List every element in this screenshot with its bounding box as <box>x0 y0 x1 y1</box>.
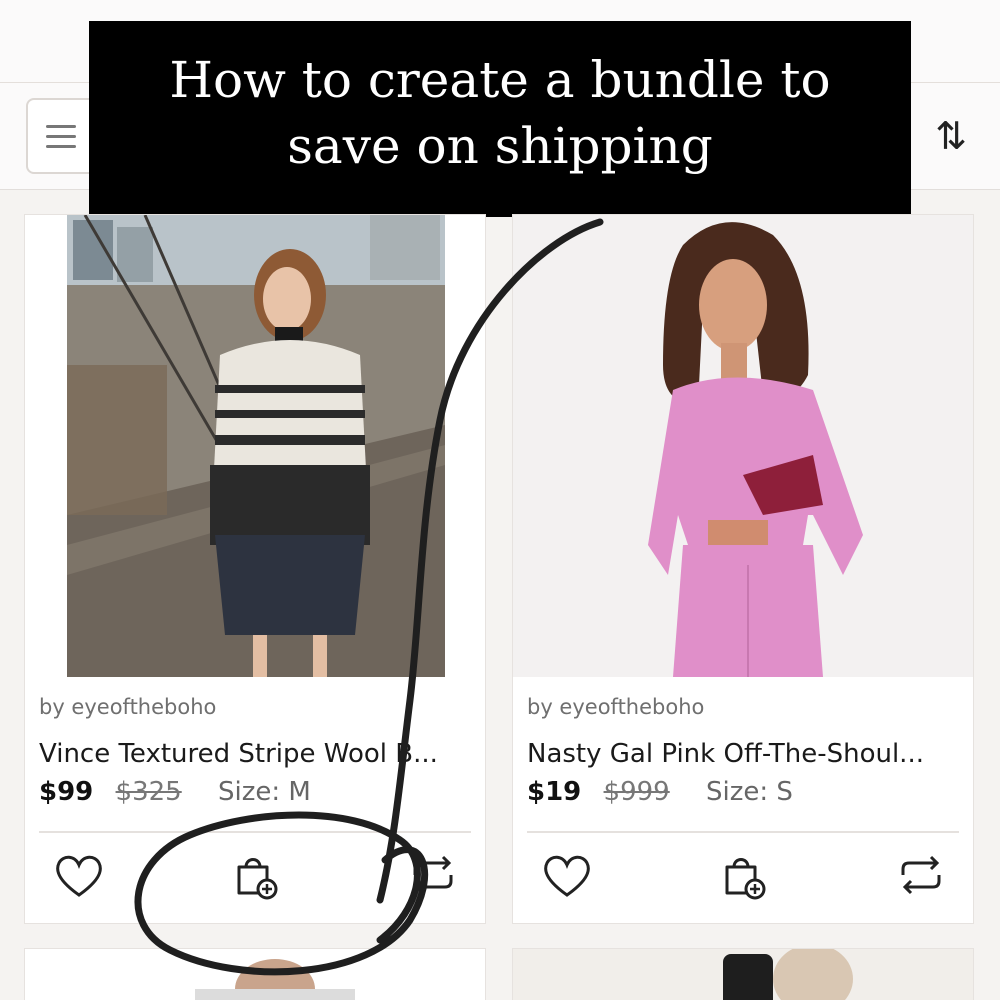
seller-name[interactable]: by eyeoftheboho <box>39 695 216 719</box>
product-photo[interactable] <box>513 215 973 677</box>
tutorial-banner: How to create a bundle to save on shippi… <box>89 21 911 217</box>
card-divider <box>527 831 959 833</box>
bundle-bag-add-icon[interactable] <box>225 845 285 905</box>
heart-icon[interactable] <box>537 845 597 905</box>
size-label: Size: S <box>705 777 793 807</box>
product-title[interactable]: Vince Textured Stripe Wool B... <box>39 739 479 769</box>
product-card[interactable]: by eyeoftheboho Vince Textured Stripe Wo… <box>24 214 486 924</box>
share-repost-icon[interactable] <box>403 845 463 905</box>
card-divider <box>39 831 471 833</box>
price-row: $19 $999 Size: S <box>527 777 793 807</box>
bundle-bag-add-icon[interactable] <box>713 845 773 905</box>
price: $99 <box>39 777 94 807</box>
share-repost-icon[interactable] <box>891 845 951 905</box>
product-title[interactable]: Nasty Gal Pink Off-The-Shoul... <box>527 739 967 769</box>
product-photo[interactable] <box>25 215 485 677</box>
product-card-peek[interactable] <box>24 948 486 1000</box>
sort-arrows-icon[interactable]: ⇅ <box>926 108 976 164</box>
heart-icon[interactable] <box>49 845 109 905</box>
banner-line-1: How to create a bundle to <box>169 51 831 109</box>
seller-name[interactable]: by eyeoftheboho <box>527 695 704 719</box>
price-row: $99 $325 Size: M <box>39 777 311 807</box>
price: $19 <box>527 777 582 807</box>
product-card-peek[interactable] <box>512 948 974 1000</box>
banner-line-2: save on shipping <box>287 117 713 175</box>
original-price: $325 <box>115 777 182 807</box>
size-label: Size: M <box>217 777 311 807</box>
product-card[interactable]: by eyeoftheboho Nasty Gal Pink Off-The-S… <box>512 214 974 924</box>
original-price: $999 <box>603 777 670 807</box>
